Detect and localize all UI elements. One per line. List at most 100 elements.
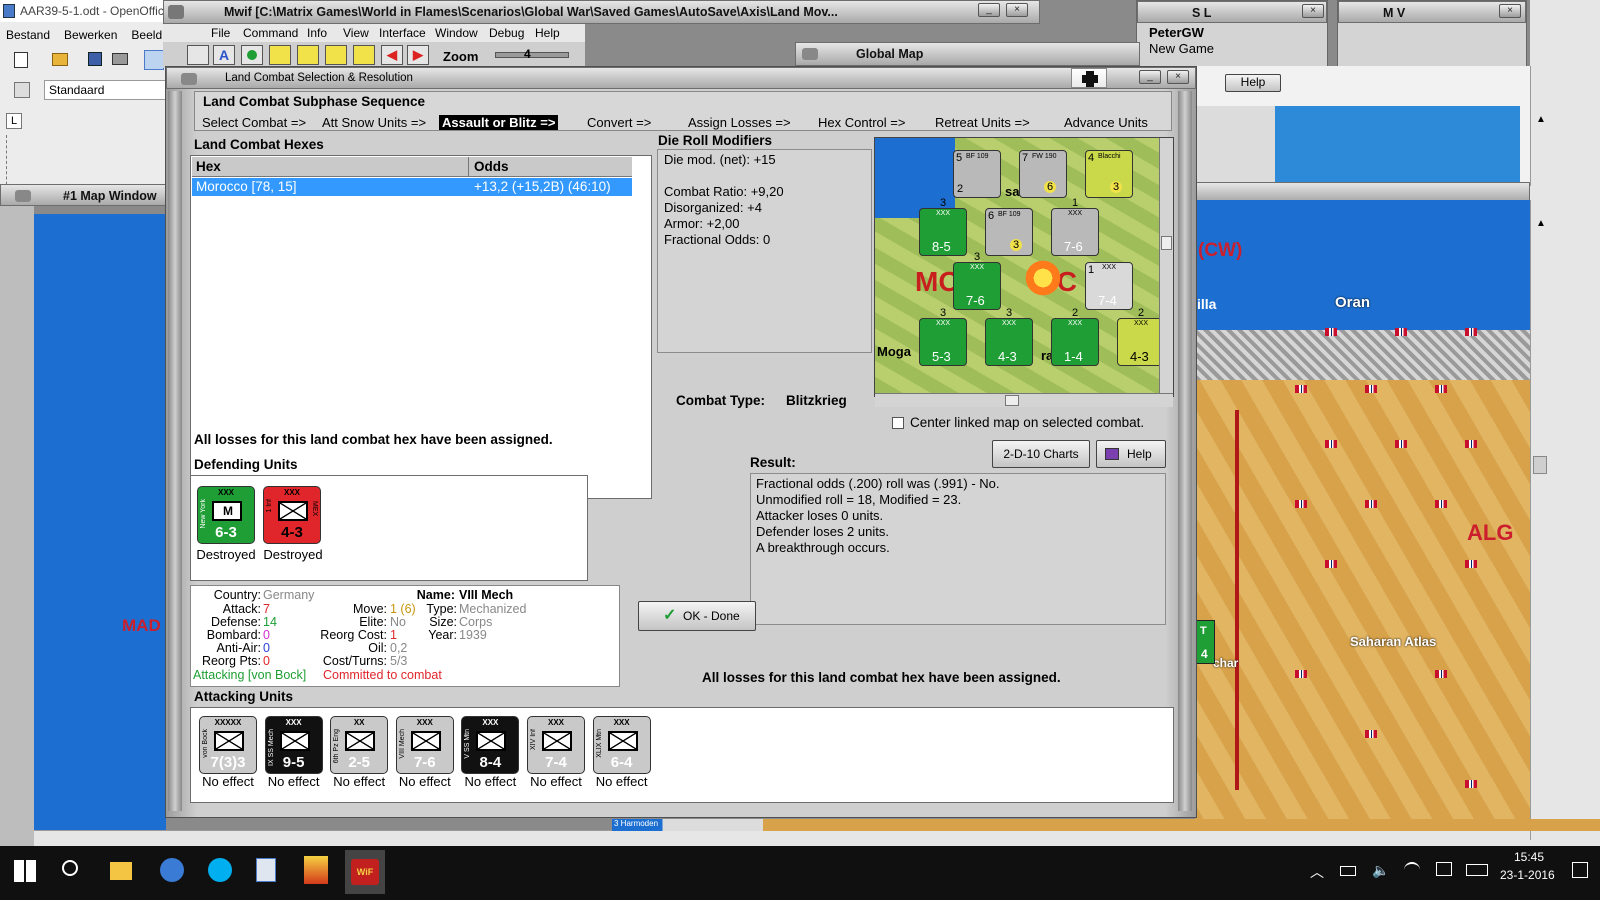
hex-table-row[interactable]: Morocco [78, 15] +13,2 (+15,2B) (46:10) — [192, 178, 632, 196]
open-folder-icon[interactable] — [52, 53, 68, 66]
action-center-icon[interactable] — [1572, 862, 1588, 878]
styles-icon[interactable] — [14, 82, 30, 98]
toolbar-green-icon[interactable] — [241, 45, 263, 65]
minimap-counter-4[interactable]: 3 XXX 8-5 — [919, 197, 967, 256]
minimap-vscroll[interactable] — [1159, 138, 1173, 393]
minimap-counter-6[interactable]: 1 XXX 7-6 — [1051, 197, 1099, 256]
skype-icon[interactable] — [208, 858, 232, 882]
clock-time[interactable]: 15:45 — [1514, 850, 1544, 864]
menu-command[interactable]: Command — [243, 26, 298, 40]
menu-bewerken[interactable]: Bewerken — [64, 28, 117, 42]
battery-icon[interactable] — [1340, 866, 1356, 876]
attacker-unit-2[interactable]: XXX IX SS Mech 9-5 — [264, 716, 323, 774]
tray-chevron-icon[interactable]: ︿ — [1310, 862, 1324, 882]
sl-close-button[interactable]: × — [1302, 4, 1324, 18]
attacker-unit-1[interactable]: XXXXX von Bock 7(3)3 — [199, 716, 257, 774]
left-map-sea[interactable]: MAD — [34, 214, 166, 830]
col-header-hex[interactable]: Hex — [196, 159, 221, 174]
clock-date[interactable]: 23-1-2016 — [1500, 868, 1555, 882]
seq-assign-losses[interactable]: Assign Losses => — [688, 115, 791, 130]
seq-hex-control[interactable]: Hex Control => — [818, 115, 905, 130]
minimap-counter-7[interactable]: 3 XXX 7-6 — [953, 251, 1001, 310]
volume-icon[interactable]: 🔈 — [1372, 862, 1389, 879]
global-scroll-up-icon[interactable]: ▲ — [1536, 114, 1546, 125]
right-map-scrollbar[interactable]: ▲ ▼ — [1530, 200, 1550, 840]
menu-view[interactable]: View — [343, 26, 369, 40]
mv-close-button[interactable]: × — [1499, 4, 1521, 18]
wifi-icon[interactable] — [1404, 862, 1420, 878]
center-map-checkbox-label[interactable]: Center linked map on selected combat. — [910, 415, 1144, 430]
toolbar-yellow-icon-1[interactable] — [269, 45, 291, 65]
toolbar-a-icon[interactable]: A — [213, 45, 235, 65]
minimap-hscroll-thumb[interactable] — [1005, 395, 1019, 406]
zoom-slider[interactable]: 4 — [495, 47, 569, 61]
style-selector[interactable]: Standaard — [44, 80, 166, 100]
combat-minimap[interactable]: MO OC Moga sal rai 5 BF 109 2 7 FW 190 6… — [874, 137, 1174, 407]
minimap-counter-11[interactable]: 2 XXX 1-4 — [1051, 307, 1099, 366]
center-map-checkbox[interactable] — [892, 417, 904, 429]
attacker-unit-3[interactable]: XX 6th Pz Eng 2-5 — [330, 716, 389, 774]
minimap-hscroll[interactable] — [875, 393, 1173, 407]
menu-window[interactable]: Window — [435, 26, 478, 40]
scroll-thumb[interactable] — [1533, 456, 1547, 474]
menu-bestand[interactable]: Bestand — [6, 28, 50, 42]
attacker-unit-6[interactable]: XXX XIV Inf 7-4 — [527, 716, 585, 774]
minimap-counter-8[interactable]: 1 XXX 7-4 — [1085, 262, 1133, 310]
close-button[interactable]: × — [1006, 3, 1028, 17]
thunderbird-icon[interactable] — [160, 858, 184, 882]
global-map-scrollbar[interactable]: ▲ — [1530, 66, 1550, 186]
search-icon[interactable] — [62, 860, 78, 876]
minimap-counter-10[interactable]: 3 XXX 4-3 — [985, 307, 1033, 366]
toolbar-yellow-icon-3[interactable] — [325, 45, 347, 65]
col-header-odds[interactable] — [468, 157, 469, 177]
combat-dialog-minimize[interactable]: _ — [1139, 70, 1161, 84]
edit-mode-icon[interactable] — [144, 50, 164, 70]
toolbar-flag-icon[interactable] — [353, 45, 375, 65]
file-explorer-icon[interactable] — [110, 862, 132, 880]
global-map-help-button[interactable]: Help — [1225, 74, 1281, 92]
help-button[interactable]: Help — [1096, 440, 1166, 468]
mwif-flames-icon[interactable] — [304, 856, 328, 884]
ok-done-button[interactable]: ✓ OK - Done — [638, 601, 756, 631]
toolbar-forward-arrow-icon[interactable]: ▶ — [407, 45, 429, 65]
minimap-counter-12[interactable]: 2 XXX 4-3 — [1117, 307, 1165, 366]
windows-start-icon[interactable] — [14, 860, 36, 882]
new-doc-icon[interactable] — [14, 52, 28, 68]
minimap-counter-5[interactable]: 6 BF 109 3 — [985, 208, 1033, 256]
menu-interface[interactable]: Interface — [379, 26, 426, 40]
combat-dialog-close[interactable]: × — [1167, 70, 1189, 84]
attacker-unit-5[interactable]: XXX V SS Mtn 8-4 — [461, 716, 520, 774]
seq-att-snow-units[interactable]: Att Snow Units => — [322, 115, 426, 130]
openoffice-taskbar-icon[interactable] — [256, 858, 276, 882]
menu-debug[interactable]: Debug — [489, 26, 524, 40]
menu-beeld[interactable]: Beeld — [131, 28, 162, 42]
global-map-view[interactable]: Help — [1195, 66, 1530, 186]
minimize-button[interactable]: _ — [978, 3, 1000, 17]
charts-button[interactable]: 2-D-10 Charts — [992, 440, 1090, 468]
ruler-tab-box[interactable]: L — [6, 113, 22, 129]
menu-help[interactable]: Help — [535, 26, 560, 40]
toolbar-back-arrow-icon[interactable]: ◀ — [381, 45, 403, 65]
minimap-counter-1[interactable]: 5 BF 109 2 — [953, 150, 1001, 198]
right-map[interactable]: (CW) illa Oran ALG Saharan Atlas char T … — [1195, 182, 1530, 840]
defender-unit-2[interactable]: XXX 1 Inf MEX 4-3 — [263, 486, 321, 544]
map-unit-stub[interactable]: T 4 — [1195, 620, 1215, 664]
attacker-unit-7[interactable]: XXX XLIX Mtn 6-4 — [592, 716, 651, 774]
menu-file[interactable]: File — [211, 26, 230, 40]
scroll-up-icon[interactable]: ▲ — [1536, 218, 1546, 229]
seq-select-combat[interactable]: Select Combat => — [202, 115, 306, 130]
print-icon[interactable] — [112, 53, 128, 65]
defender-unit-1[interactable]: XXX New York M 6-3 — [197, 486, 255, 544]
minimap-counter-2[interactable]: 7 FW 190 6 — [1019, 150, 1067, 198]
save-icon[interactable] — [88, 52, 102, 66]
toolbar-plane-icon[interactable] — [187, 45, 209, 65]
minimap-counter-3[interactable]: 4 Blacchi 3 — [1085, 150, 1133, 198]
minimap-counter-9[interactable]: 3 XXX 5-3 — [919, 307, 967, 366]
seq-assault-or-blitz[interactable]: Assault or Blitz => — [439, 115, 559, 130]
attacker-unit-4[interactable]: XXX VIII Mech 7-6 — [395, 716, 454, 774]
seq-convert[interactable]: Convert => — [587, 115, 651, 130]
minimap-vscroll-thumb[interactable] — [1161, 236, 1172, 250]
seq-retreat-units[interactable]: Retreat Units => — [935, 115, 1030, 130]
col-header-odds-label[interactable]: Odds — [474, 159, 509, 174]
keyboard-icon[interactable] — [1466, 864, 1488, 876]
